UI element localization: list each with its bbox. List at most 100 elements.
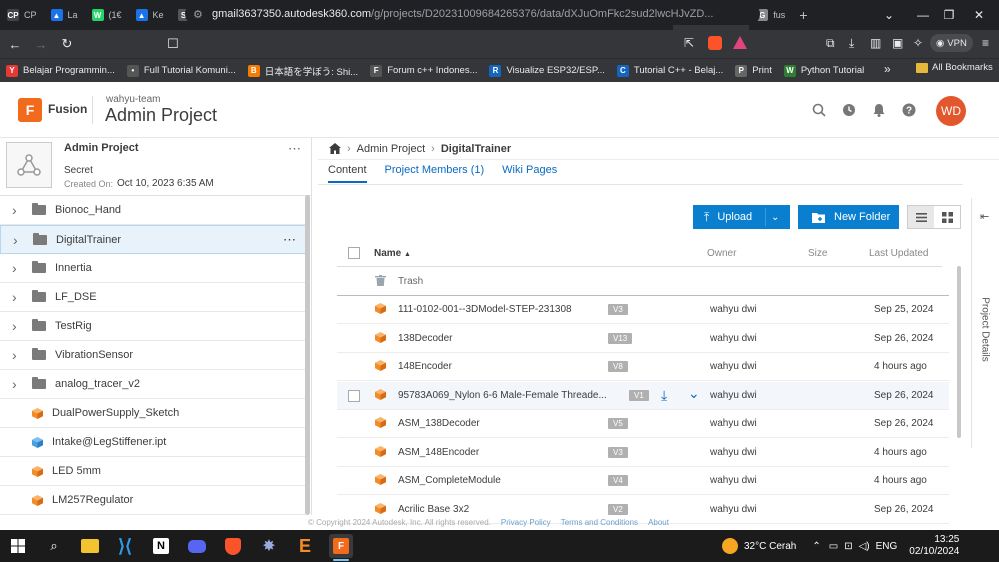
wallet-icon[interactable]: ▣: [892, 36, 903, 50]
avatar[interactable]: WD: [936, 96, 966, 126]
sidebar-toggle-icon[interactable]: ▥: [870, 36, 881, 50]
back-icon[interactable]: ←: [4, 33, 26, 55]
vscode-icon[interactable]: ⟩⟨: [113, 534, 137, 558]
chevron-right-icon[interactable]: ›: [12, 202, 22, 218]
close-window-icon[interactable]: ✕: [962, 0, 996, 30]
vpn-button[interactable]: ◉ VPN: [930, 34, 973, 52]
folder-row[interactable]: › analog_tracer_v2: [0, 370, 306, 399]
help-icon[interactable]: ?: [901, 102, 917, 118]
bookmark-item[interactable]: Y Belajar Programmin...: [0, 64, 121, 77]
folder-row[interactable]: › TestRig: [0, 312, 306, 341]
menu-icon[interactable]: ≡: [982, 36, 989, 50]
file-row[interactable]: LED 5mm: [0, 457, 306, 486]
forward-icon[interactable]: →: [30, 33, 52, 55]
table-row[interactable]: 138Decoder V13 wahyu dwi Sep 26, 2024: [337, 325, 949, 353]
folder-row[interactable]: › Innertia: [0, 254, 306, 283]
fusion-taskbar-icon[interactable]: E: [293, 534, 317, 558]
upload-button[interactable]: ⤒ Upload ⌄: [693, 205, 790, 229]
chevron-right-icon[interactable]: ›: [12, 347, 22, 363]
url-field[interactable]: ⚙ gmail3637350.autodesk360.com/g/project…: [185, 3, 760, 25]
brave-browser-icon[interactable]: [221, 534, 245, 558]
version-badge[interactable]: V5: [608, 418, 628, 429]
version-badge[interactable]: V3: [608, 446, 628, 458]
bookmark-item[interactable]: C Tutorial C++ - Belaj...: [611, 64, 729, 77]
bookmark-item[interactable]: F Forum c++ Indones...: [364, 64, 483, 77]
folder-row[interactable]: › Bionoc_Hand: [0, 196, 306, 225]
bookmark-item[interactable]: P Print: [729, 64, 778, 77]
clock[interactable]: 13:25 02/10/2024: [909, 534, 959, 558]
table-row[interactable]: ASM_148Encoder V3 wahyu dwi 4 hours ago: [337, 439, 949, 467]
fusion-browser-taskbar-icon[interactable]: F: [329, 534, 353, 558]
table-row[interactable]: 111-0102-001--3DModel-STEP-231308 V3 wahyu…: [337, 296, 949, 324]
history-icon[interactable]: [841, 102, 857, 118]
extensions-icon[interactable]: ⧉: [826, 36, 835, 51]
volume-icon[interactable]: ◁): [859, 541, 870, 552]
tab-wiki-pages[interactable]: Wiki Pages: [502, 164, 557, 183]
bookmark-item[interactable]: B 日本語を学ぼう: Shi...: [242, 64, 364, 78]
folder-more-icon[interactable]: ⋯: [283, 232, 296, 248]
team-name[interactable]: wahyu-team: [106, 94, 160, 105]
list-view-icon[interactable]: [908, 206, 934, 228]
tab-search-icon[interactable]: ⌄: [872, 0, 906, 30]
bookmark-item[interactable]: W Python Tutorial: [778, 64, 870, 77]
chevron-right-icon[interactable]: ›: [12, 260, 22, 276]
breadcrumb-project[interactable]: Admin Project: [357, 143, 425, 155]
new-folder-button[interactable]: New Folder: [798, 205, 899, 229]
version-badge[interactable]: V13: [608, 332, 633, 344]
search-icon[interactable]: [811, 102, 827, 118]
tab-project-members[interactable]: Project Members (1): [385, 164, 485, 183]
file-row[interactable]: Intake@LegStiffener.ipt: [0, 428, 306, 457]
column-owner-header[interactable]: Owner: [707, 248, 736, 259]
notion-icon[interactable]: N: [149, 534, 173, 558]
version-badge[interactable]: V2: [608, 503, 628, 515]
content-scrollbar[interactable]: [957, 266, 961, 438]
browser-tab[interactable]: ▲ Ke: [129, 0, 171, 30]
grid-view-icon[interactable]: [934, 206, 960, 228]
version-badge[interactable]: V1: [629, 389, 649, 401]
discord-icon[interactable]: [185, 534, 209, 558]
chevron-right-icon[interactable]: ›: [12, 318, 22, 334]
project-more-icon[interactable]: ⋯: [288, 141, 302, 157]
table-row[interactable]: ASM_138Decoder V5 wahyu dwi Sep 26, 2024: [337, 410, 949, 438]
download-icon[interactable]: ⤓: [661, 387, 667, 404]
sidebar-scrollbar[interactable]: [305, 195, 310, 515]
version-badge[interactable]: V8: [608, 361, 628, 372]
chevron-right-icon[interactable]: ›: [12, 289, 22, 305]
bookmark-item[interactable]: R Visualize ESP32/ESP...: [483, 64, 610, 77]
column-updated-header[interactable]: Last Updated: [869, 248, 929, 259]
share-icon[interactable]: ⇱: [684, 36, 694, 50]
project-details-tab[interactable]: Project Details: [973, 274, 997, 384]
brave-shield-icon[interactable]: [708, 36, 722, 50]
language-indicator[interactable]: ENG: [876, 541, 898, 552]
battery-icon[interactable]: ▭: [829, 541, 838, 552]
search-icon[interactable]: ⌕: [42, 534, 66, 558]
table-row[interactable]: ASM_CompleteModule V4 wahyu dwi 4 hours ago: [337, 467, 949, 495]
project-details-panel[interactable]: ⇤ Project Details: [971, 198, 999, 448]
tray-overflow-icon[interactable]: ⌃: [812, 541, 820, 552]
download-icon[interactable]: ⤓: [849, 36, 854, 51]
home-icon[interactable]: [329, 143, 341, 154]
select-all-checkbox[interactable]: [348, 247, 360, 259]
notifications-icon[interactable]: [871, 102, 887, 118]
maximize-icon[interactable]: ❐: [932, 0, 966, 30]
collapse-panel-icon[interactable]: ⇤: [980, 210, 989, 223]
network-icon[interactable]: ⊡: [844, 541, 852, 552]
tab-content[interactable]: Content: [328, 164, 367, 183]
weather-sun-icon[interactable]: [722, 538, 738, 554]
folder-row[interactable]: › LF_DSE: [0, 283, 306, 312]
browser-tab[interactable]: ▲ La: [44, 0, 85, 30]
version-badge[interactable]: V3: [608, 304, 628, 315]
reload-icon[interactable]: ↻: [56, 33, 78, 55]
file-explorer-icon[interactable]: [78, 534, 102, 558]
column-name-header[interactable]: Name ▲: [374, 248, 411, 259]
leo-ai-icon[interactable]: ✧: [913, 36, 923, 50]
browser-tab[interactable]: CP CP: [0, 0, 44, 30]
table-row[interactable]: 95783A069_Nylon 6-6 Male-Female Threade.…: [337, 381, 949, 410]
brave-rewards-icon[interactable]: [733, 36, 747, 49]
chevron-right-icon[interactable]: ›: [13, 232, 23, 248]
bookmark-page-icon[interactable]: ☐: [162, 33, 184, 55]
browser-tab[interactable]: W (1€: [85, 0, 129, 30]
row-checkbox[interactable]: [348, 389, 360, 402]
folder-row[interactable]: › VibrationSensor: [0, 341, 306, 370]
windows-start-icon[interactable]: [6, 534, 30, 558]
